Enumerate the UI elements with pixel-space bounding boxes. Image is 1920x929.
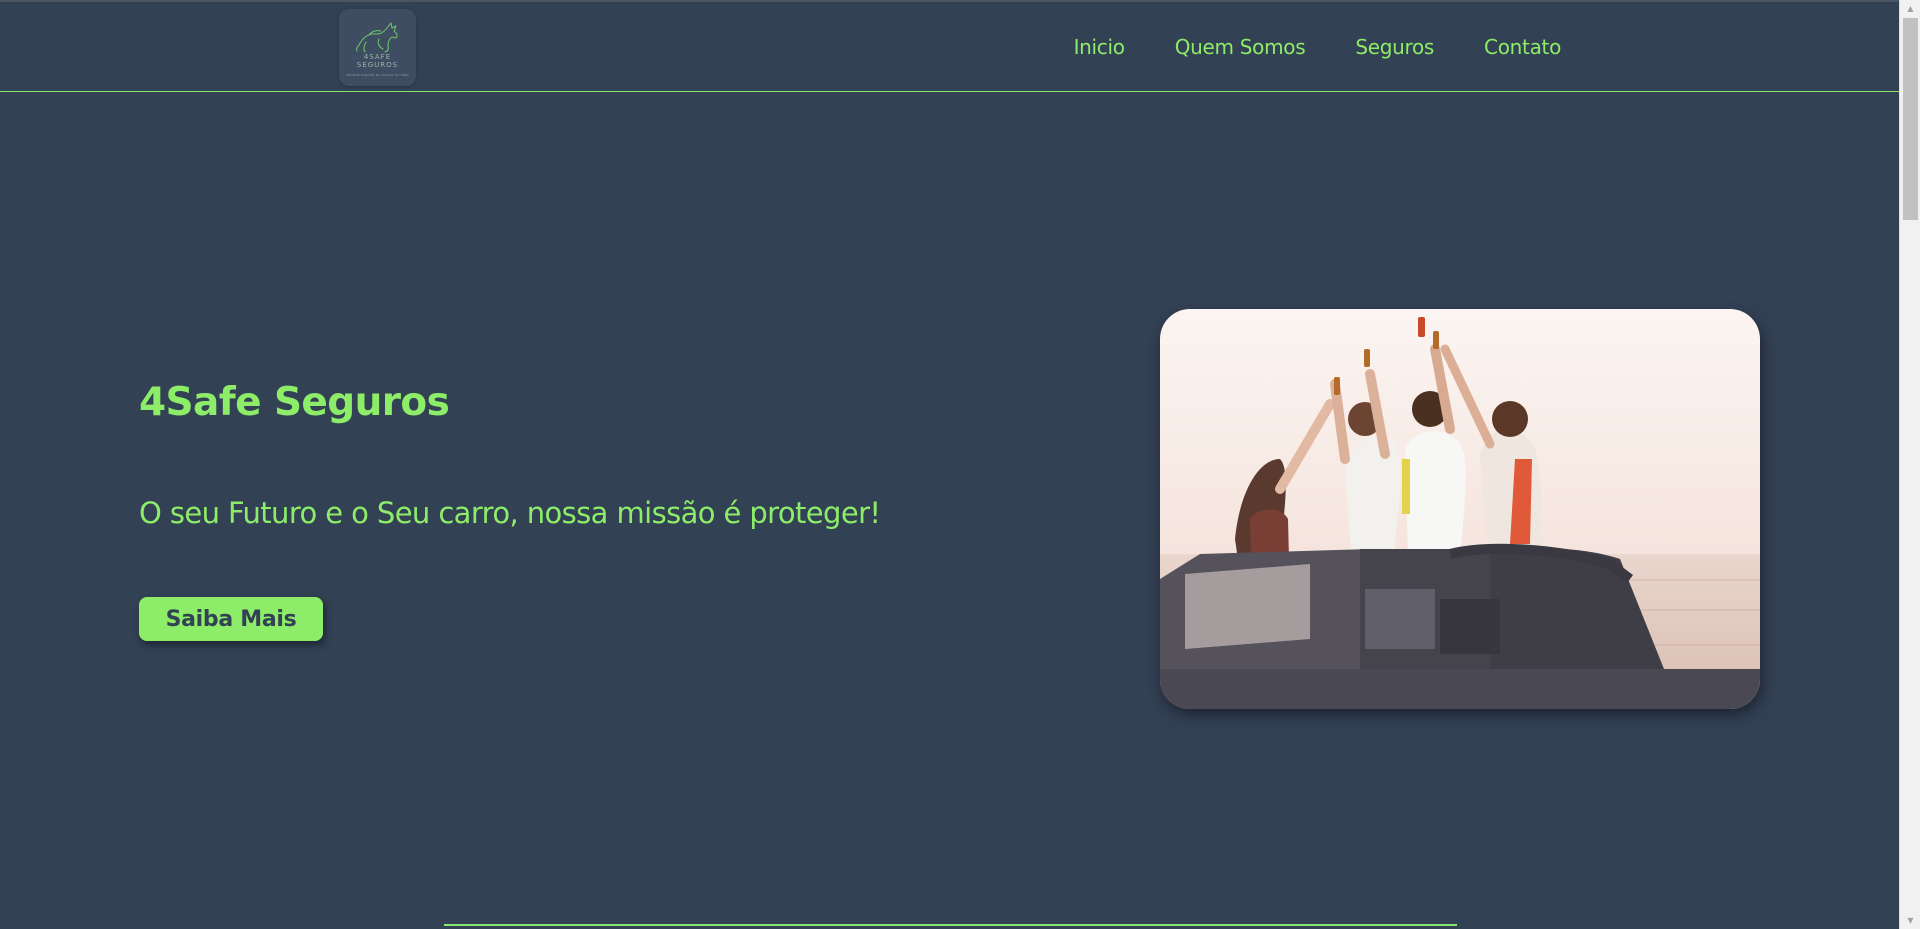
hero-subtitle: O seu Futuro e o Seu carro, nossa missão… bbox=[139, 496, 881, 530]
section-divider bbox=[444, 924, 1457, 926]
brand-logo[interactable]: 4SAFE SEGUROS TRANQUILIDADE NA PALMA DA … bbox=[339, 9, 416, 86]
hero-title: 4Safe Seguros bbox=[139, 380, 450, 425]
logo-name-line2: SEGUROS bbox=[356, 61, 399, 69]
scrollbar-thumb[interactable] bbox=[1903, 18, 1918, 220]
scroll-up-arrow-icon[interactable]: ▲ bbox=[1900, 0, 1920, 17]
logo-name-line1: 4SAFE bbox=[363, 53, 392, 61]
site-header: 4SAFE SEGUROS TRANQUILIDADE NA PALMA DA … bbox=[0, 2, 1899, 92]
logo-text: 4SAFE SEGUROS bbox=[339, 53, 416, 69]
nav-link-inicio[interactable]: Inicio bbox=[1074, 35, 1125, 59]
saiba-mais-button[interactable]: Saiba Mais bbox=[139, 597, 323, 641]
logo-tagline: TRANQUILIDADE NA PALMA DA MÃO bbox=[346, 73, 409, 77]
nav-link-quem-somos[interactable]: Quem Somos bbox=[1175, 35, 1306, 59]
hero-photo bbox=[1160, 309, 1760, 709]
vertical-scrollbar[interactable]: ▲ ▼ bbox=[1899, 0, 1920, 929]
nav-link-contato[interactable]: Contato bbox=[1484, 35, 1561, 59]
nav-link-seguros[interactable]: Seguros bbox=[1355, 35, 1434, 59]
main-nav: Inicio Quem Somos Seguros Contato bbox=[1074, 35, 1562, 59]
scroll-down-arrow-icon[interactable]: ▼ bbox=[1900, 912, 1920, 929]
